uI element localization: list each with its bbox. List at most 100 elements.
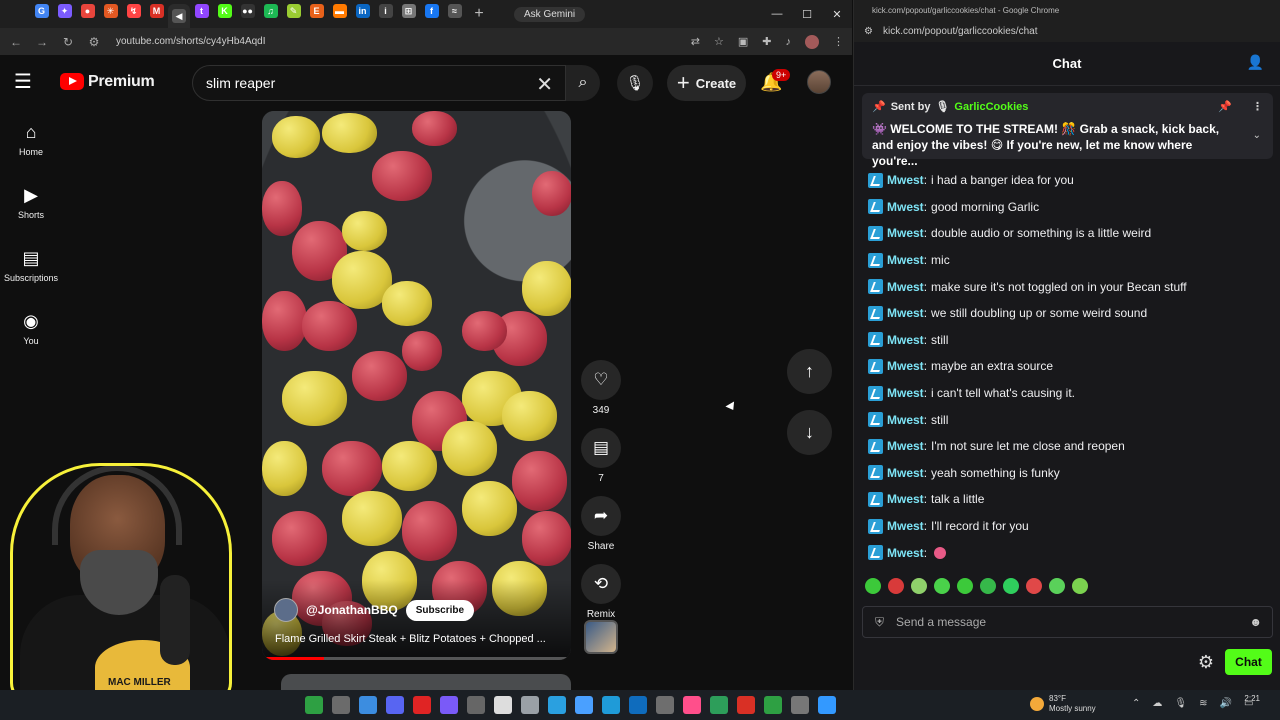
chat-username[interactable]: Mwest bbox=[887, 492, 924, 506]
chat-message[interactable]: Mwest: i can't tell what's causing it. bbox=[868, 380, 1268, 407]
taskbar-app-icon[interactable] bbox=[386, 696, 404, 714]
emote-icon[interactable] bbox=[1003, 578, 1019, 594]
nav-item-subscriptions[interactable]: ▤ Subscriptions bbox=[0, 234, 62, 297]
chat-username[interactable]: Mwest bbox=[887, 226, 924, 240]
bookmark-star-icon[interactable]: ☆ bbox=[714, 35, 724, 48]
chat-username[interactable]: Mwest bbox=[887, 519, 924, 533]
chat-username[interactable]: Mwest bbox=[887, 466, 924, 480]
url-text[interactable]: youtube.com/shorts/cy4yHb4AqdI bbox=[116, 36, 266, 47]
browser-tab[interactable]: ● bbox=[76, 0, 99, 22]
chat-username[interactable]: Mwest bbox=[887, 200, 924, 214]
site-info-icon[interactable]: ⚙ bbox=[86, 35, 102, 49]
browser-tab[interactable]: i bbox=[374, 0, 397, 22]
taskbar-app-icon[interactable] bbox=[656, 696, 674, 714]
chat-url-text[interactable]: kick.com/popout/garliccookies/chat bbox=[883, 26, 1038, 37]
chat-username[interactable]: Mwest bbox=[887, 306, 924, 320]
chat-message[interactable]: Mwest: yeah something is funky bbox=[868, 460, 1268, 487]
forward-icon[interactable]: → bbox=[34, 35, 50, 49]
create-button[interactable]: + Create bbox=[667, 65, 746, 101]
chat-username[interactable]: Mwest bbox=[887, 439, 924, 453]
taskbar-app-icon[interactable] bbox=[494, 696, 512, 714]
chat-message[interactable]: Mwest: we still doubling up or some weird… bbox=[868, 300, 1268, 327]
taskbar-app-icon[interactable] bbox=[440, 696, 458, 714]
remix-button[interactable]: ⟲ bbox=[581, 564, 621, 604]
chat-message[interactable]: Mwest: bbox=[868, 539, 1268, 566]
taskbar-app-icon[interactable] bbox=[791, 696, 809, 714]
browser-tab[interactable]: ≈ bbox=[443, 0, 466, 22]
chat-message[interactable]: Mwest: double audio or something is a lit… bbox=[868, 220, 1268, 247]
search-button[interactable]: ⌕ bbox=[566, 65, 600, 101]
browser-tab[interactable]: ●● bbox=[236, 0, 259, 22]
nav-item-home[interactable]: ⌂ Home bbox=[0, 108, 62, 171]
emote-icon[interactable] bbox=[888, 578, 904, 594]
browser-tab[interactable]: in bbox=[351, 0, 374, 22]
taskbar-app-icon[interactable] bbox=[305, 696, 323, 714]
account-avatar[interactable] bbox=[807, 70, 831, 94]
chat-username[interactable]: Mwest bbox=[887, 359, 924, 373]
sound-thumbnail[interactable] bbox=[584, 620, 618, 654]
channel-name[interactable]: @JonathanBBQ bbox=[306, 603, 398, 617]
emote-icon[interactable] bbox=[1072, 578, 1088, 594]
search-input[interactable]: slim reaper ✕ bbox=[192, 65, 566, 101]
previous-short-button[interactable]: ↑ bbox=[787, 349, 832, 394]
weather-widget[interactable]: 83°F Mostly sunny bbox=[1030, 694, 1096, 714]
profile-avatar[interactable] bbox=[805, 34, 819, 49]
comments-button[interactable]: ▤ bbox=[581, 428, 621, 468]
chat-message[interactable]: Mwest: I'm not sure let me close and reop… bbox=[868, 433, 1268, 460]
taskbar-app-icon[interactable] bbox=[413, 696, 431, 714]
pinned-sender[interactable]: GarlicCookies bbox=[954, 101, 1028, 113]
browser-tab[interactable]: ✦ bbox=[53, 0, 76, 22]
short-title[interactable]: Flame Grilled Skirt Steak + Blitz Potato… bbox=[275, 633, 560, 645]
chat-username[interactable]: Mwest bbox=[887, 546, 924, 560]
chat-message[interactable]: Mwest: i had a banger idea for you bbox=[868, 167, 1268, 194]
taskbar-app-icon[interactable] bbox=[710, 696, 728, 714]
chat-message[interactable]: Mwest: talk a little bbox=[868, 486, 1268, 513]
volume-icon[interactable]: 🔊 bbox=[1219, 698, 1231, 709]
close-window-icon[interactable]: ✕ bbox=[822, 8, 852, 21]
chevron-down-icon[interactable]: ⌄ bbox=[1253, 130, 1261, 141]
hamburger-menu-icon[interactable]: ☰ bbox=[14, 69, 48, 94]
taskbar-app-icon[interactable] bbox=[764, 696, 782, 714]
media-icon[interactable]: ♪ bbox=[786, 36, 792, 48]
short-video-player[interactable]: @JonathanBBQ Subscribe Flame Grilled Ski… bbox=[262, 111, 571, 660]
chat-users-icon[interactable]: 👤 bbox=[1247, 54, 1264, 71]
share-button[interactable]: ➦ bbox=[581, 496, 621, 536]
emote-icon[interactable] bbox=[980, 578, 996, 594]
taskbar-app-icon[interactable] bbox=[548, 696, 566, 714]
chat-username[interactable]: Mwest bbox=[887, 280, 924, 294]
emote-icon[interactable] bbox=[934, 578, 950, 594]
chat-message[interactable]: Mwest: make sure it's not toggled on in y… bbox=[868, 273, 1268, 300]
browser-tab[interactable]: ◀ bbox=[168, 4, 190, 28]
chat-message[interactable]: Mwest: still bbox=[868, 406, 1268, 433]
maximize-icon[interactable]: ☐ bbox=[792, 8, 822, 21]
onedrive-icon[interactable]: ☁ bbox=[1152, 698, 1162, 709]
new-tab-button[interactable]: + bbox=[466, 5, 492, 23]
emote-icon[interactable] bbox=[911, 578, 927, 594]
minimize-icon[interactable]: — bbox=[762, 8, 792, 21]
back-icon[interactable]: ← bbox=[8, 35, 24, 49]
install-icon[interactable]: ⇄ bbox=[691, 35, 700, 48]
taskbar-app-icon[interactable] bbox=[737, 696, 755, 714]
emoji-picker-icon[interactable]: ☻ bbox=[1249, 615, 1262, 629]
browser-tab[interactable]: M bbox=[145, 0, 168, 22]
browser-tab[interactable]: ↯ bbox=[122, 0, 145, 22]
chat-settings-gear-icon[interactable]: ⚙ bbox=[1198, 652, 1214, 673]
browser-tab[interactable]: ✳ bbox=[99, 0, 122, 22]
browser-tab[interactable]: ⊞ bbox=[397, 0, 420, 22]
taskbar-clock[interactable]: 2:21 bbox=[1244, 694, 1260, 703]
taskbar-app-icon[interactable] bbox=[818, 696, 836, 714]
taskbar-app-icon[interactable] bbox=[575, 696, 593, 714]
voice-search-button[interactable]: 🎙 bbox=[617, 65, 653, 101]
browser-tab[interactable]: ▬ bbox=[328, 0, 351, 22]
browser-tab[interactable]: K bbox=[213, 0, 236, 22]
site-info-icon[interactable]: ⚙ bbox=[864, 26, 873, 37]
menu-dots-icon[interactable]: ⋮ bbox=[833, 35, 844, 48]
browser-tab[interactable]: ♫ bbox=[259, 0, 282, 22]
chat-message[interactable]: Mwest: still bbox=[868, 327, 1268, 354]
chat-username[interactable]: Mwest bbox=[887, 413, 924, 427]
video-progress-bar[interactable] bbox=[262, 657, 571, 660]
taskbar-app-icon[interactable] bbox=[602, 696, 620, 714]
taskbar-app-icon[interactable] bbox=[629, 696, 647, 714]
emote-icon[interactable] bbox=[1026, 578, 1042, 594]
like-button[interactable]: ♡ bbox=[581, 360, 621, 400]
